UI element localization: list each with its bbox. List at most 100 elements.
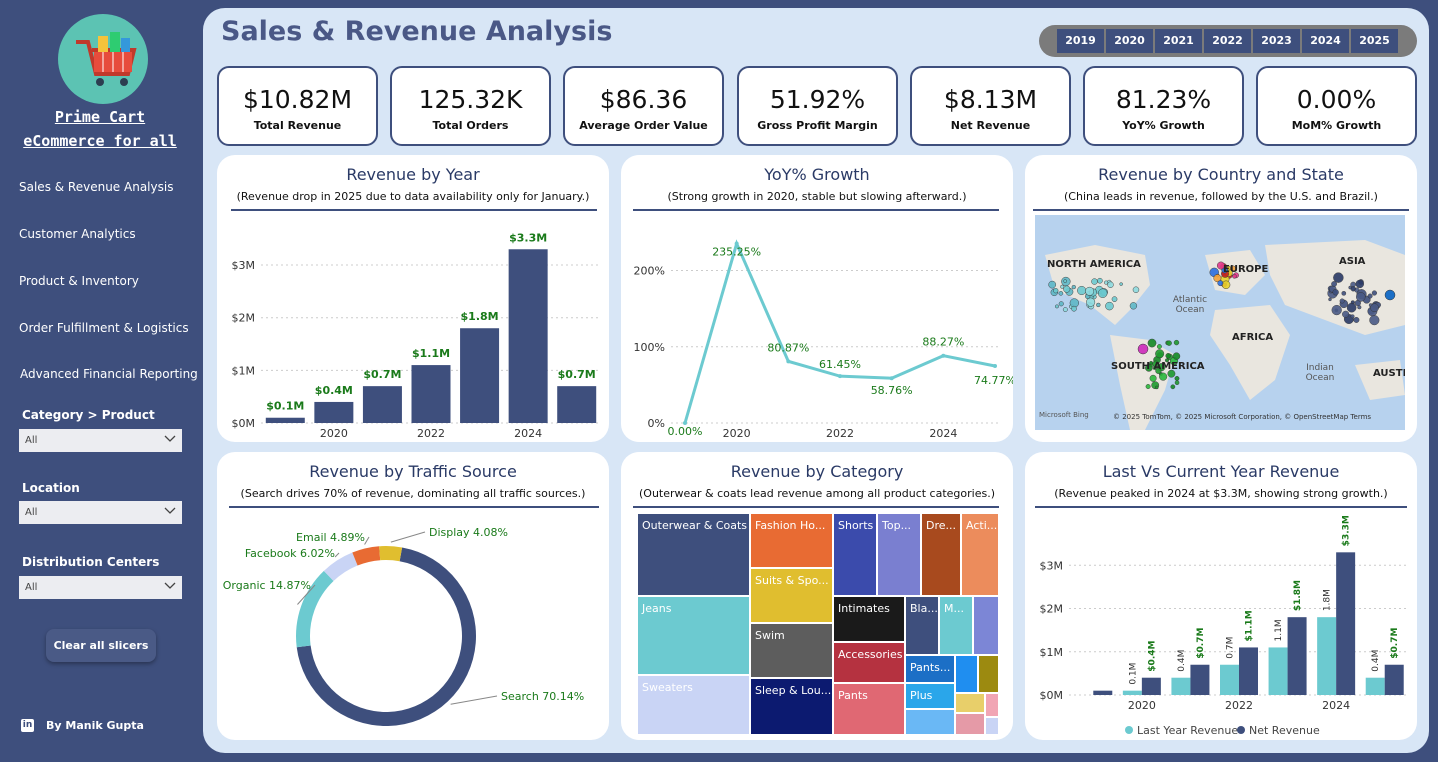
category-dropdown[interactable]: All	[19, 429, 182, 452]
map-bubble	[1355, 279, 1365, 289]
map-bubble	[1071, 305, 1077, 312]
map-label-europe: EUROPE	[1223, 264, 1269, 275]
bar	[265, 417, 305, 423]
year-button-2021[interactable]: 2021	[1155, 29, 1202, 53]
treemap-tile[interactable]	[973, 596, 999, 655]
treemap-tile[interactable]	[985, 693, 999, 717]
map-label-south-america: SOUTH AMERICA	[1111, 361, 1205, 372]
slicer-label-location: Location	[22, 481, 80, 495]
treemap-tile[interactable]: Sweaters	[637, 675, 750, 735]
map-label-asia: ASIA	[1339, 256, 1366, 267]
last-vs-current-chart: $0M $1M $2M $3M 0.1M $0.4M 2020 0.4M $0.7M 0.7M $1…	[1040, 515, 1409, 737]
bar-net-revenue	[1336, 552, 1356, 695]
legend-label: Last Year Revenue	[1137, 724, 1238, 737]
map-bubble	[1104, 280, 1109, 285]
treemap-tile[interactable]: Dre...	[921, 513, 961, 596]
map-bubble	[1091, 278, 1098, 285]
slicer-label-category: Category > Product	[22, 408, 155, 422]
treemap-tile[interactable]: Pants...	[905, 655, 955, 683]
treemap-tile[interactable]: Jeans	[637, 596, 750, 675]
treemap-tile[interactable]	[985, 717, 999, 735]
revenue-map-card: Revenue by Country and State (China lead…	[1025, 155, 1417, 442]
nav-financial-reporting[interactable]: Advanced Financial Reporting	[20, 367, 198, 381]
map-bubble	[1129, 302, 1138, 310]
data-label: $3.3M	[1342, 515, 1352, 546]
yoy-growth-card: YoY% Growth (Strong growth in 2020, stab…	[621, 155, 1013, 442]
bar-net-revenue	[1141, 677, 1161, 695]
treemap-tile[interactable]: Shorts	[833, 513, 877, 596]
treemap-tile[interactable]	[905, 709, 955, 735]
kpi-label: Total Revenue	[253, 119, 342, 132]
treemap-tile[interactable]	[955, 693, 985, 713]
bar-last-year	[1220, 664, 1239, 695]
map-bubble	[1346, 302, 1357, 313]
nav-order-fulfillment[interactable]: Order Fulfillment & Logistics	[19, 321, 189, 335]
treemap-tile[interactable]: Plus	[905, 683, 955, 709]
leader-line	[334, 552, 340, 558]
x-tick-label: 2022	[826, 427, 854, 440]
map-bubble	[1071, 284, 1076, 290]
data-label: Email 4.89%	[296, 531, 365, 544]
treemap-tile[interactable]	[955, 655, 978, 693]
y-tick-label: $0M	[1040, 689, 1064, 702]
x-tick-label: 2024	[514, 427, 542, 440]
treemap-tile[interactable]: Intimates	[833, 596, 905, 642]
year-button-2019[interactable]: 2019	[1057, 29, 1104, 53]
location-dropdown[interactable]: All	[19, 501, 182, 524]
treemap-tile[interactable]	[955, 713, 985, 735]
bar-net-revenue	[1093, 690, 1113, 695]
treemap-tile[interactable]: Accessories	[833, 642, 905, 683]
data-label: 88.27%	[922, 336, 964, 349]
bar-net-revenue	[1384, 664, 1404, 695]
main-panel: Sales & Revenue Analysis 2019 2020 2021 …	[203, 8, 1429, 753]
divider	[1033, 209, 1409, 211]
nav-customer-analytics[interactable]: Customer Analytics	[19, 227, 136, 241]
brand-tagline: eCommerce for all	[23, 132, 177, 150]
map-bubble	[1155, 349, 1165, 359]
map-bubble	[1119, 282, 1123, 286]
treemap-tile[interactable]: M...	[939, 596, 973, 655]
map-bubble	[1371, 290, 1378, 296]
kpi-value: $86.36	[599, 85, 688, 114]
treemap-tile[interactable]: Fashion Ho...	[750, 513, 833, 568]
page-title: Sales & Revenue Analysis	[221, 16, 613, 47]
treemap-tile[interactable]: Sleep & Lou...	[750, 678, 833, 735]
treemap-tile[interactable]: Suits & Spo...	[750, 568, 833, 623]
treemap-tile[interactable]: Top...	[877, 513, 921, 596]
data-label: 80.87%	[767, 341, 809, 354]
map-bubble	[1165, 353, 1171, 359]
donut-slice	[352, 546, 381, 566]
y-tick-label: 200%	[634, 265, 665, 278]
nav-sales-revenue[interactable]: Sales & Revenue Analysis	[19, 180, 173, 194]
last-vs-current-card: Last Vs Current Year Revenue (Revenue pe…	[1025, 452, 1417, 740]
clear-slicers-button[interactable]: Clear all slicers	[46, 629, 156, 662]
y-tick-label: $1M	[1040, 646, 1064, 659]
bing-logo: Microsoft Bing	[1039, 411, 1089, 419]
revenue-map[interactable]: NORTH AMERICA EUROPE ASIA AFRICA SOUTH A…	[1035, 215, 1405, 430]
treemap-tile[interactable]: Swim	[750, 623, 833, 678]
map-bubble	[1342, 310, 1350, 318]
data-label: $3.3M	[509, 231, 547, 244]
data-label: Search 70.14%	[501, 690, 584, 703]
nav-product-inventory[interactable]: Product & Inventory	[19, 274, 139, 288]
kpi-label: Net Revenue	[950, 119, 1031, 132]
map-bubble	[1054, 304, 1059, 309]
treemap-tile[interactable]: Bla...	[905, 596, 939, 655]
map-attribution[interactable]: © 2025 TomTom, © 2025 Microsoft Corporat…	[1113, 413, 1371, 421]
linkedin-icon[interactable]: in	[21, 719, 34, 732]
bar-last-year	[1171, 677, 1191, 695]
map-bubble	[1058, 301, 1064, 307]
map-bubble	[1355, 292, 1366, 302]
treemap-tile[interactable]: Acti...	[961, 513, 999, 596]
treemap-tile[interactable]	[978, 655, 999, 693]
year-button-2022[interactable]: 2022	[1204, 29, 1251, 53]
year-button-2020[interactable]: 2020	[1106, 29, 1153, 53]
year-button-2025[interactable]: 2025	[1351, 29, 1398, 53]
treemap-tile[interactable]: Pants	[833, 683, 905, 735]
year-button-2023[interactable]: 2023	[1253, 29, 1300, 53]
distribution-dropdown[interactable]: All	[19, 576, 182, 599]
year-button-2024[interactable]: 2024	[1302, 29, 1349, 53]
treemap-tile[interactable]: Outerwear & Coats	[637, 513, 750, 596]
map-bubble	[1370, 303, 1379, 313]
data-label: 0.00%	[668, 425, 703, 438]
